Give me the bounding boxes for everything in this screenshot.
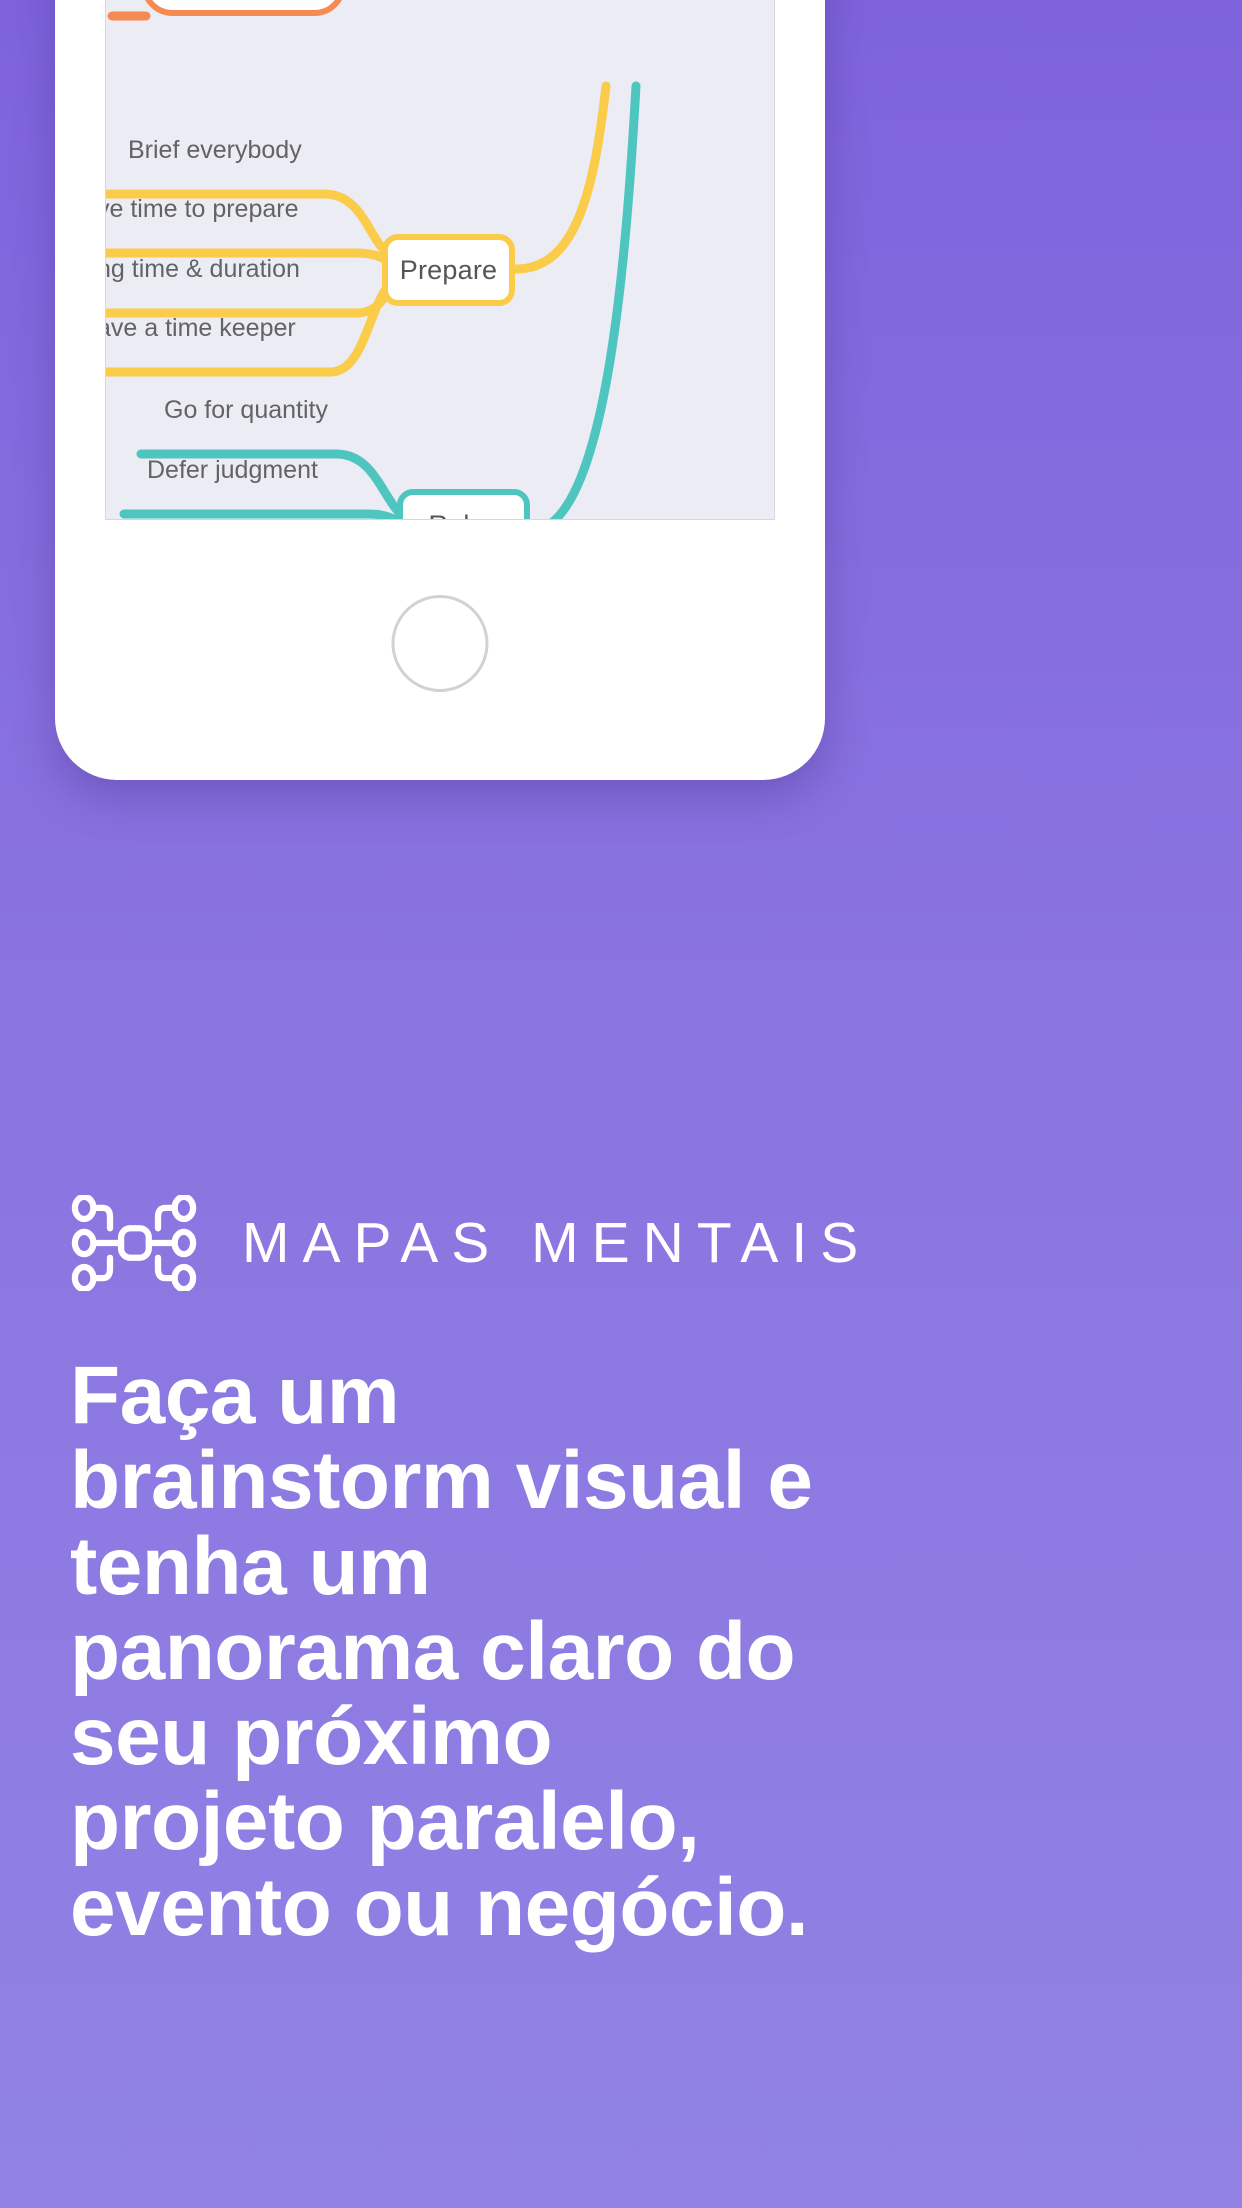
feature-eyebrow-label: MAPAS MENTAIS (242, 1210, 872, 1275)
leaf-label: Welcome wild ideas (108, 515, 328, 519)
app-screen: Brief everybody ve time to prepare ng ti… (105, 0, 775, 520)
home-button[interactable] (391, 595, 489, 692)
feature-headline: Faça um brainstorm visual e tenha um pan… (70, 1350, 813, 1953)
mindmap-node-prepare[interactable]: Prepare (382, 234, 515, 306)
feature-copy-block: MAPAS MENTAIS Faça um brainstorm visual … (0, 1195, 1242, 1950)
feature-eyebrow-row: MAPAS MENTAIS (70, 1195, 1172, 1291)
phone-mockup: Brief everybody ve time to prepare ng ti… (55, 0, 825, 780)
mindmap-canvas[interactable]: Brief everybody ve time to prepare ng ti… (106, 0, 774, 519)
leaf-label: ave a time keeper (105, 314, 296, 342)
leaf-label: ng time & duration (105, 255, 300, 283)
leaf-label: Brief everybody (128, 136, 302, 164)
leaf-label: Go for quantity (164, 396, 328, 424)
node-label: Prepare (399, 254, 498, 285)
leaf-label: ve time to prepare (105, 195, 299, 223)
leaf-label: Defer judgment (147, 456, 318, 484)
mindmap-node-call-for-ideas[interactable]: Call for ideas (141, 0, 346, 16)
mindmap-node-rules[interactable]: Rules (397, 489, 530, 520)
mind-map-icon (71, 1195, 197, 1291)
node-label: Rules (428, 510, 498, 520)
